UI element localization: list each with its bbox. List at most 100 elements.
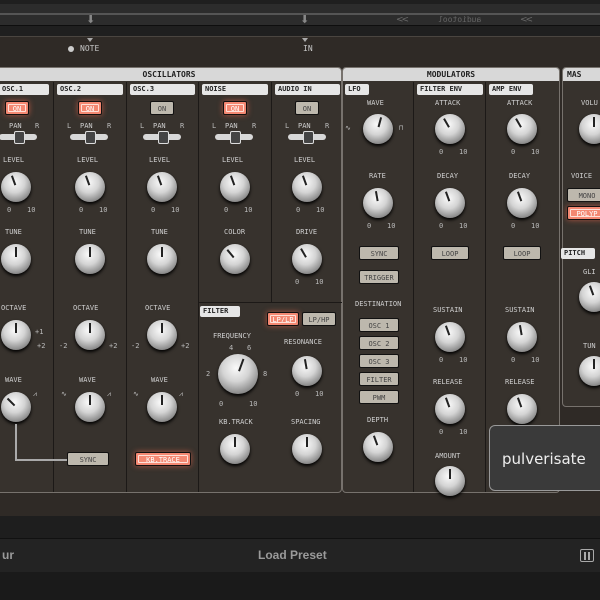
master-title: MAS <box>563 68 600 81</box>
noise-label: NOISE <box>202 84 268 95</box>
master-voice-label: VOICE <box>571 172 593 180</box>
osc2-octave-label: OCTAVE <box>73 304 99 312</box>
lfo-dest-osc1-button[interactable]: OSC 1 <box>359 318 399 332</box>
filter-lp-lp-button[interactable]: LP/LP <box>267 312 299 326</box>
master-section: MAS VOLU VOICE MONO POLYP PITCH GLI TUN <box>561 67 600 407</box>
osc1-octave-knob[interactable] <box>1 320 31 350</box>
socket-arrow-icon <box>302 38 308 42</box>
filter-lp-hp-button[interactable]: LP/HP <box>302 312 336 326</box>
note-socket[interactable] <box>68 46 74 52</box>
osc1-pan-slider[interactable] <box>0 131 37 144</box>
osc2-label: OSC.2 <box>57 84 123 95</box>
master-poly-button[interactable]: POLYP <box>567 206 600 220</box>
note-socket-label: NOTE <box>80 44 100 53</box>
master-tune-knob[interactable] <box>579 356 600 386</box>
osc2-wave-knob[interactable] <box>75 392 105 422</box>
audio-in-pan-slider[interactable] <box>288 131 326 144</box>
osc3-level-knob[interactable] <box>147 172 177 202</box>
master-glide-knob[interactable] <box>579 282 600 312</box>
audio-in-pan-label: PAN <box>298 122 311 130</box>
lfo-sync-button[interactable]: SYNC <box>359 246 399 260</box>
filter-label: FILTER <box>200 306 240 317</box>
lfo-dest-osc3-button[interactable]: OSC 3 <box>359 354 399 368</box>
amp-env-decay-knob[interactable] <box>507 188 537 218</box>
lfo-destination-label: DESTINATION <box>355 300 402 308</box>
noise-color-knob[interactable] <box>220 244 250 274</box>
filter-env-amount-knob[interactable] <box>435 466 465 496</box>
filter-env-attack-knob[interactable] <box>435 114 465 144</box>
in-socket-label: IN <box>303 44 313 53</box>
lfo-rate-knob[interactable] <box>363 188 393 218</box>
lfo-dest-osc2-button[interactable]: OSC 2 <box>359 336 399 350</box>
master-volume-label: VOLU <box>581 99 598 107</box>
filter-resonance-label: RESONANCE <box>284 338 322 346</box>
lfo-wave-label: WAVE <box>367 99 384 107</box>
filter-env-release-knob[interactable] <box>435 394 465 424</box>
filter-env-sustain-knob[interactable] <box>435 322 465 352</box>
amp-env-release-knob[interactable] <box>507 394 537 424</box>
osc3-wave-label: WAVE <box>151 376 168 384</box>
master-volume-knob[interactable] <box>579 114 600 144</box>
pitch-label: PITCH <box>561 248 595 259</box>
filter-env-release-label: RELEASE <box>433 378 463 386</box>
noise-pan-label: PAN <box>225 122 238 130</box>
osc3-pan-slider[interactable] <box>143 131 181 144</box>
lfo-dest-pwm-button[interactable]: PWM <box>359 390 399 404</box>
osc3-tune-knob[interactable] <box>147 244 177 274</box>
modulators-title: MODULATORS <box>343 68 559 81</box>
osc1-label: OSC.1 <box>0 84 49 95</box>
load-preset-button[interactable]: Load Preset <box>258 548 327 562</box>
noise-pan-slider[interactable] <box>215 131 253 144</box>
osc2-on-button[interactable]: ON <box>78 101 102 115</box>
chevron-left-icon: << <box>520 15 533 25</box>
oscillators-section: OSCILLATORS OSC.1 OSC.2 OSC.3 NOISE AUDI… <box>0 67 342 493</box>
lfo-dest-filter-button[interactable]: FILTER <box>359 372 399 386</box>
amp-env-decay-label: DECAY <box>509 172 531 180</box>
osc2-octave-knob[interactable] <box>75 320 105 350</box>
oscillators-title: OSCILLATORS <box>0 68 341 81</box>
audio-in-level-knob[interactable] <box>292 172 322 202</box>
filter-env-decay-knob[interactable] <box>435 188 465 218</box>
osc1-tune-knob[interactable] <box>1 244 31 274</box>
filter-resonance-knob[interactable] <box>292 356 322 386</box>
socket-arrow-icon <box>87 38 93 42</box>
osc2-pan-slider[interactable] <box>70 131 108 144</box>
osc2-tune-knob[interactable] <box>75 244 105 274</box>
filter-kb-track-knob[interactable] <box>220 434 250 464</box>
osc3-on-button[interactable]: ON <box>150 101 174 115</box>
osc3-level-label: LEVEL <box>149 156 171 164</box>
osc3-kb-trace-button[interactable]: KB.TRACE <box>135 452 191 466</box>
osc2-pan-label: PAN <box>80 122 93 130</box>
osc1-sync-button[interactable]: SYNC <box>67 452 109 466</box>
osc1-on-button[interactable]: ON <box>5 101 29 115</box>
amp-env-attack-knob[interactable] <box>507 114 537 144</box>
audio-in-drive-label: DRIVE <box>296 228 318 236</box>
amp-env-loop-button[interactable]: LOOP <box>503 246 541 260</box>
top-bar: ⬇ ⬇ << audiotool << <box>0 0 600 36</box>
filter-spacing-knob[interactable] <box>292 434 322 464</box>
sine-wave-icon: ∿ <box>61 390 67 398</box>
osc1-octave-label: OCTAVE <box>1 304 27 312</box>
filter-frequency-knob[interactable] <box>218 354 258 394</box>
lfo-wave-knob[interactable] <box>363 114 393 144</box>
osc1-level-knob[interactable] <box>1 172 31 202</box>
audio-in-drive-knob[interactable] <box>292 244 322 274</box>
noise-on-button[interactable]: ON <box>223 101 247 115</box>
osc1-wave-knob[interactable] <box>1 392 31 422</box>
osc2-level-knob[interactable] <box>75 172 105 202</box>
audio-in-label: AUDIO IN <box>275 84 340 95</box>
master-mono-button[interactable]: MONO <box>567 188 600 202</box>
audio-in-on-button[interactable]: ON <box>295 101 319 115</box>
lfo-depth-knob[interactable] <box>363 432 393 462</box>
osc3-octave-knob[interactable] <box>147 320 177 350</box>
filter-env-decay-label: DECAY <box>437 172 459 180</box>
amp-env-sustain-knob[interactable] <box>507 322 537 352</box>
noise-level-knob[interactable] <box>220 172 250 202</box>
filter-env-loop-button[interactable]: LOOP <box>431 246 469 260</box>
mixer-icon[interactable] <box>580 549 594 562</box>
lfo-trigger-button[interactable]: TRIGGER <box>359 270 399 284</box>
filter-env-label: FILTER ENV <box>417 84 483 95</box>
osc3-wave-knob[interactable] <box>147 392 177 422</box>
amp-env-label: AMP ENV <box>489 84 533 95</box>
filter-env-amount-label: AMOUNT <box>435 452 461 460</box>
